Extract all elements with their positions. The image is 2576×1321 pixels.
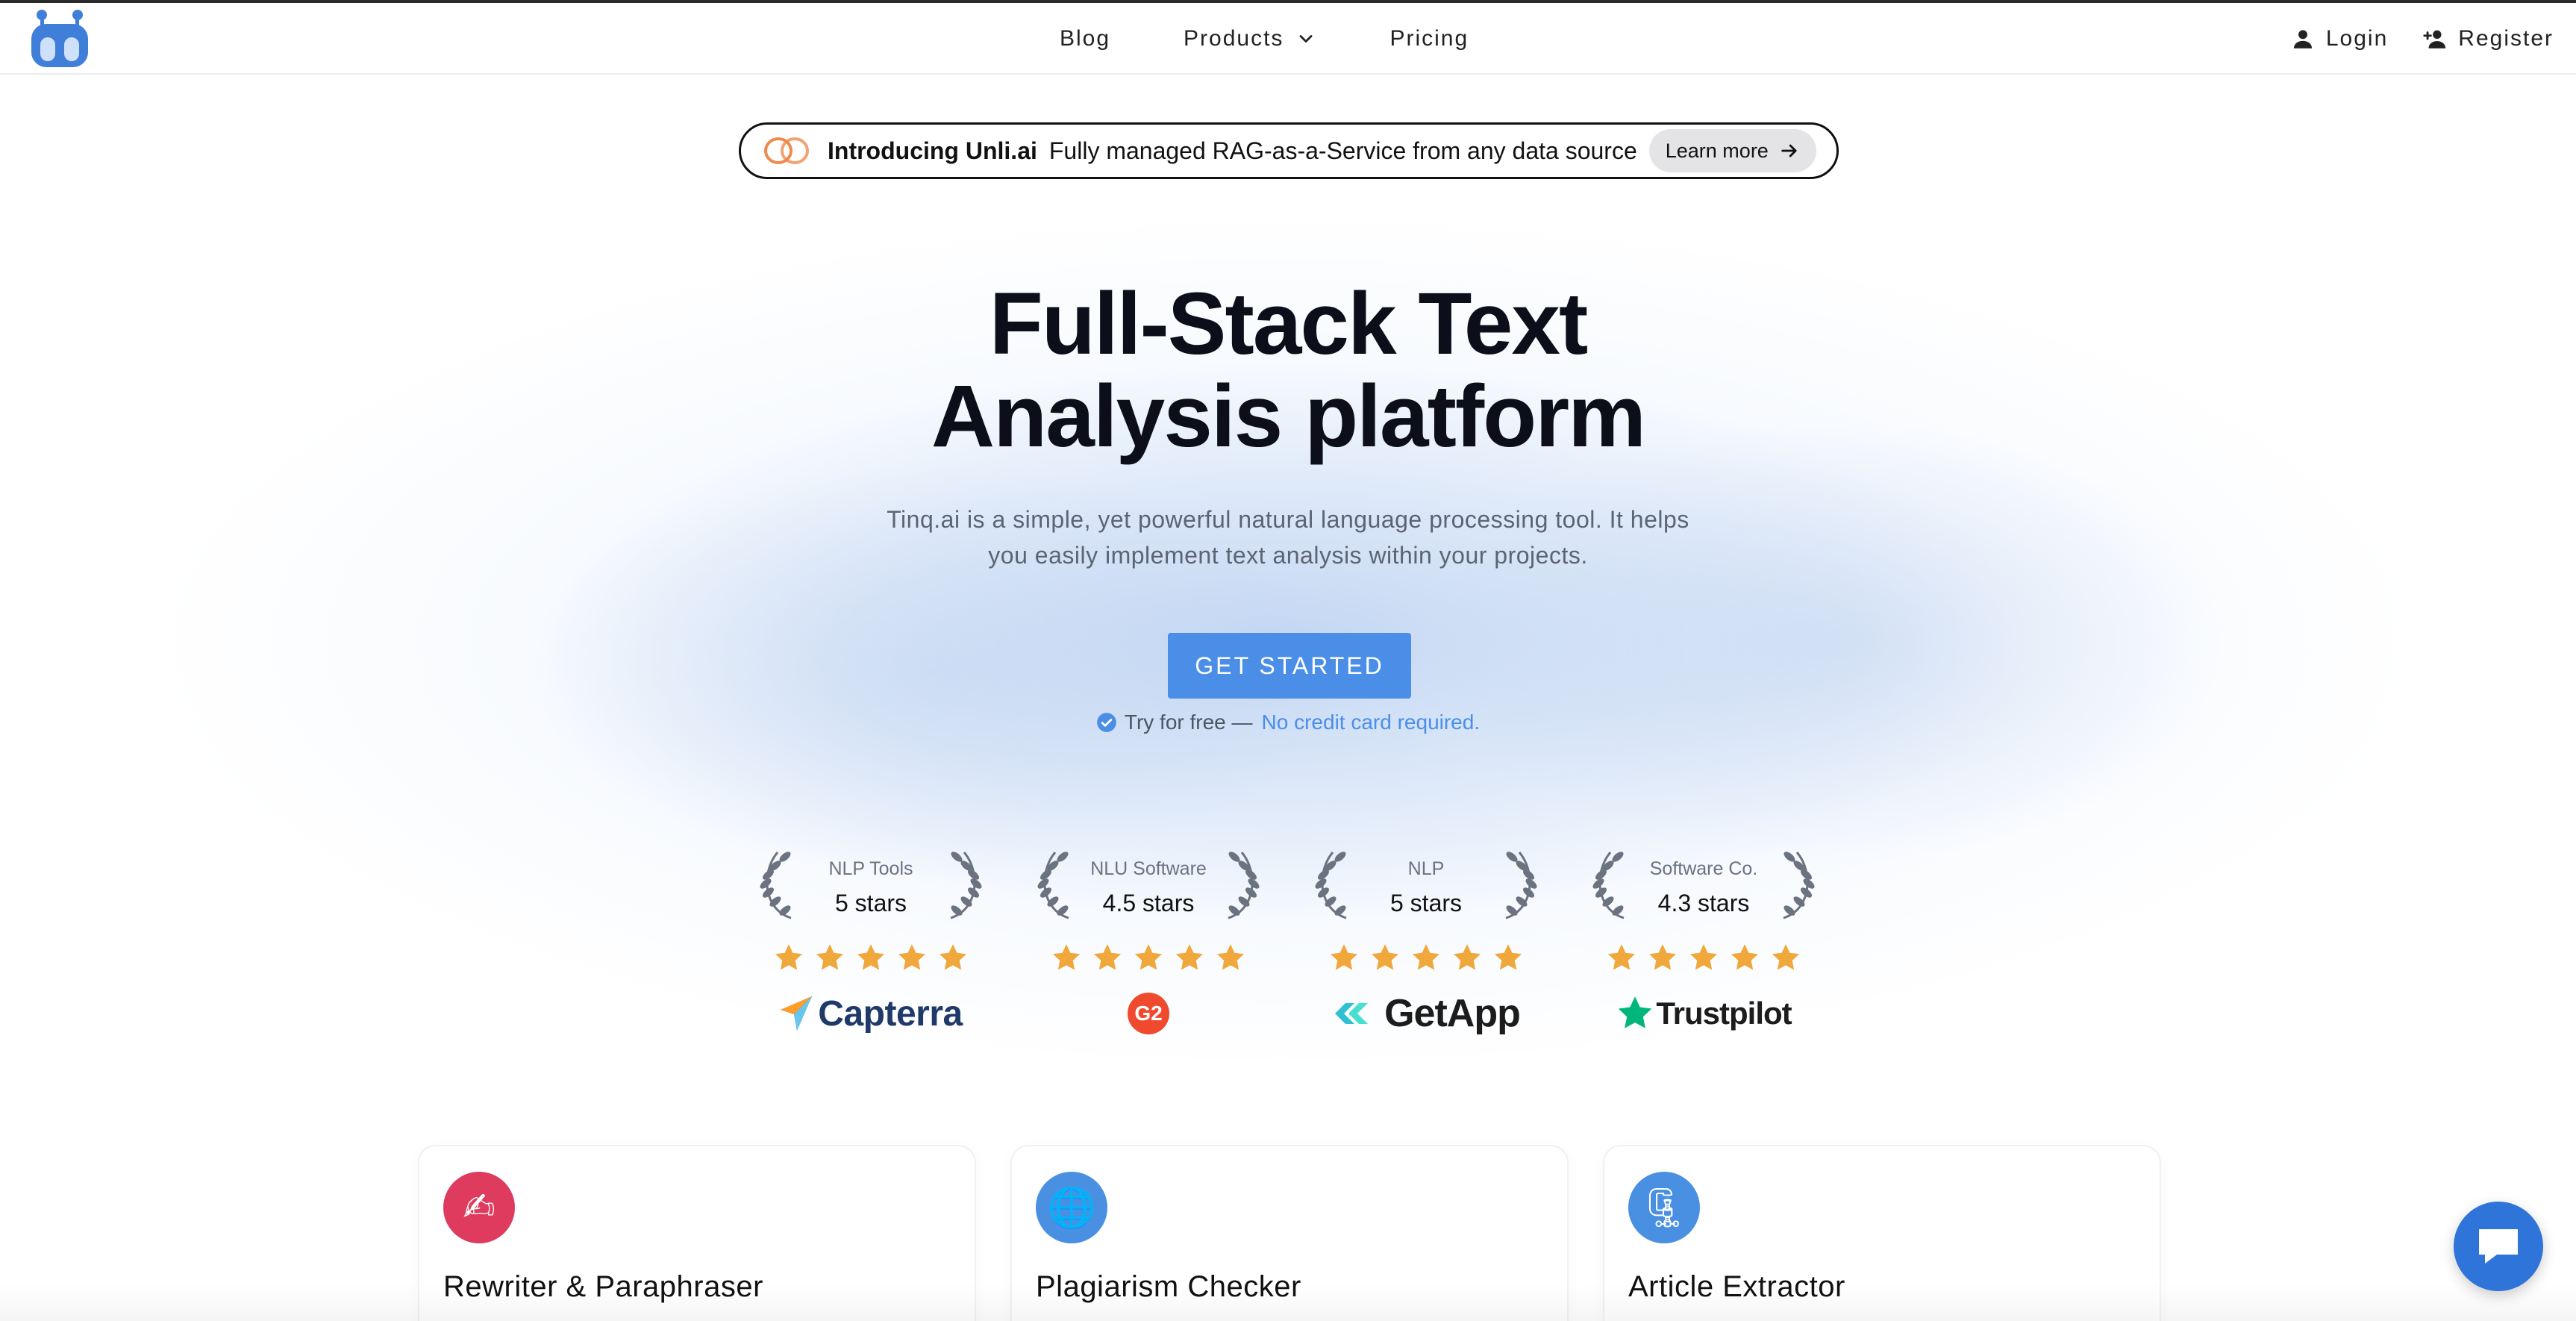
- star-icon: [816, 944, 844, 970]
- star-icon: [898, 944, 926, 970]
- trustpilot-star-icon: [1619, 996, 1652, 1028]
- check-circle-icon: [1097, 713, 1116, 732]
- star-icon: [1607, 944, 1636, 970]
- nav-blog-link[interactable]: Blog: [1060, 26, 1110, 51]
- unli-logo-icon: [764, 137, 809, 164]
- review-platform-logo[interactable]: Trustpilot: [1588, 990, 1819, 1037]
- hero-subtitle: Tinq.ai is a simple, yet powerful natura…: [821, 502, 1755, 573]
- star-icon: [775, 944, 803, 970]
- login-link[interactable]: Login: [2290, 26, 2388, 51]
- award-rating: 5 stars: [1389, 890, 1463, 916]
- zipper-icon: 🗜: [1628, 1172, 1700, 1243]
- no-credit-card-text: No credit card required.: [1261, 711, 1481, 734]
- star-icon: [1371, 944, 1399, 970]
- award-category: Software Co.: [1649, 858, 1758, 879]
- banner-heading: Introducing Unli.ai: [828, 137, 1037, 164]
- star-icon: [857, 944, 885, 970]
- star-rating: [1588, 942, 1819, 973]
- chevron-down-icon: [1300, 35, 1313, 43]
- brand-name: GetApp: [1384, 992, 1521, 1035]
- award-rating: 5 stars: [834, 890, 907, 916]
- nav-links: Blog Products Pricing: [1060, 3, 1469, 75]
- star-icon: [1052, 944, 1081, 970]
- star-icon: [1772, 944, 1800, 970]
- chat-bubble-icon: [2479, 1229, 2518, 1264]
- getapp-logo-icon: [1335, 1003, 1369, 1024]
- nav-products-label: Products: [1184, 26, 1284, 51]
- login-label: Login: [2325, 26, 2389, 51]
- star-icon: [1330, 944, 1358, 970]
- award-rating: 4.3 stars: [1657, 890, 1750, 916]
- star-rating: [755, 942, 987, 973]
- brand-name: Trustpilot: [1656, 996, 1792, 1031]
- user-icon: [2293, 30, 2312, 49]
- star-icon: [1648, 944, 1677, 970]
- star-icon: [1216, 944, 1245, 970]
- writing-hand-icon: ✍: [443, 1172, 515, 1243]
- chat-widget-button[interactable]: [2454, 1202, 2543, 1291]
- award-badge: Software Co. 4.3 stars Trustpilot: [1588, 849, 1819, 1043]
- arrow-right-icon: [1781, 144, 1797, 157]
- nav-auth: Login Register: [2290, 3, 2554, 75]
- nav-products-dropdown[interactable]: Products: [1184, 26, 1316, 51]
- hero-title: Full-Stack Text Analysis platform: [0, 278, 2576, 463]
- review-platform-logo[interactable]: Capterra: [755, 990, 987, 1037]
- globe-icon: 🌐: [1036, 1172, 1107, 1243]
- register-link[interactable]: Register: [2422, 26, 2554, 51]
- star-icon: [1689, 944, 1718, 970]
- brand-name: Capterra: [818, 993, 963, 1034]
- hero-subtitle-line2: you easily implement text analysis withi…: [988, 542, 1588, 569]
- tinq-logo-icon[interactable]: [28, 7, 91, 70]
- review-platform-logo[interactable]: GetApp: [1310, 990, 1542, 1037]
- learn-more-label: Learn more: [1665, 139, 1769, 162]
- hero-background-glow-right: [1418, 418, 2239, 866]
- user-plus-icon: [2423, 30, 2446, 49]
- review-platform-logo[interactable]: G2: [1033, 990, 1264, 1037]
- star-icon: [1175, 944, 1204, 970]
- banner-text: Fully managed RAG-as-a-Service from any …: [1048, 137, 1637, 164]
- award-badge: NLP 5 stars GetApp: [1310, 849, 1542, 1043]
- register-label: Register: [2458, 26, 2554, 51]
- award-rating: 4.5 stars: [1102, 890, 1195, 916]
- top-navbar: Blog Products Pricing Login Register: [0, 3, 2576, 75]
- hero-title-line2: Analysis platform: [931, 367, 1646, 466]
- star-icon: [1134, 944, 1163, 970]
- g2-logo-icon: G2: [1128, 993, 1169, 1034]
- nav-pricing-link[interactable]: Pricing: [1389, 26, 1469, 51]
- hero-title-line1: Full-Stack Text: [989, 275, 1589, 373]
- award-category: NLP Tools: [828, 858, 913, 879]
- announcement-banner: Introducing Unli.ai Fully managed RAG-as…: [739, 122, 1839, 179]
- award-category: NLP: [1407, 858, 1445, 879]
- try-free-text: Try for free —: [1124, 711, 1253, 734]
- star-icon: [939, 944, 967, 970]
- award-badge: NLU Software 4.5 stars G2: [1033, 849, 1264, 1043]
- learn-more-button[interactable]: Learn more: [1648, 129, 1816, 172]
- get-started-button[interactable]: GET STARTED: [1168, 633, 1411, 699]
- brand-name: G2: [1134, 1002, 1163, 1025]
- star-icon: [1453, 944, 1481, 970]
- star-icon: [1494, 944, 1522, 970]
- bottom-shade: [0, 1284, 2576, 1321]
- hero-subtitle-line1: Tinq.ai is a simple, yet powerful natura…: [887, 506, 1689, 533]
- award-category: NLU Software: [1090, 858, 1207, 879]
- capterra-logo-icon: [781, 996, 813, 1031]
- star-icon: [1731, 944, 1759, 970]
- star-rating: [1310, 942, 1542, 973]
- star-icon: [1412, 944, 1440, 970]
- star-icon: [1093, 944, 1122, 970]
- try-free-note: Try for free — No credit card required.: [0, 711, 2576, 734]
- award-badge: NLP Tools 5 stars Capterra: [755, 849, 987, 1043]
- star-rating: [1033, 942, 1264, 973]
